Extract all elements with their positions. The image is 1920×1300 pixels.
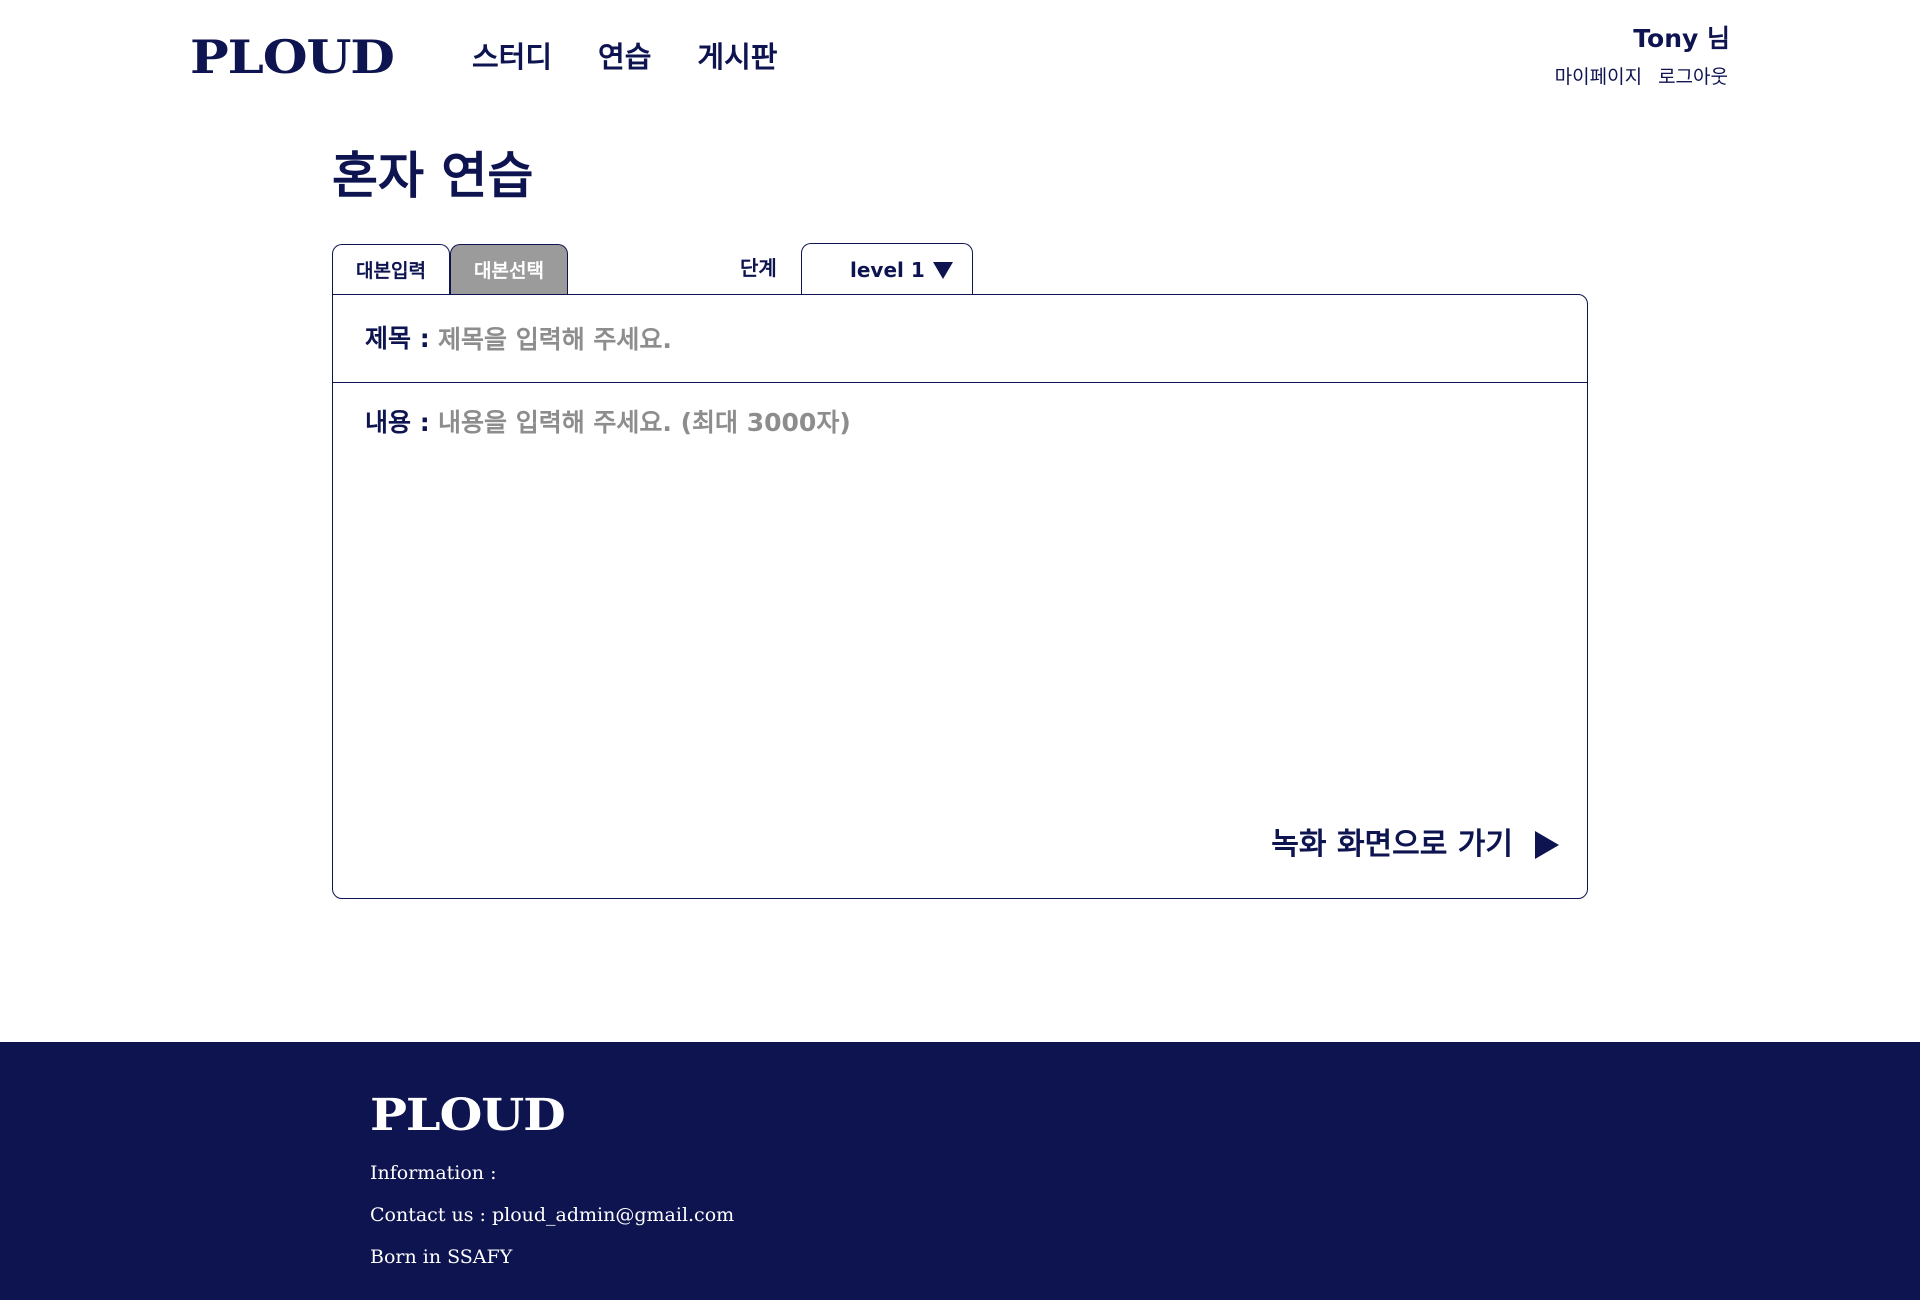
go-record-button[interactable]: 녹화 화면으로 가기 bbox=[1271, 827, 1559, 863]
user-links: 마이페이지 로그아웃 bbox=[1555, 66, 1728, 89]
footer: PLOUD Information : Contact us : ploud_a… bbox=[0, 1042, 1920, 1300]
page-title: 혼자 연습 bbox=[332, 147, 534, 205]
script-form: 제목 : 내용 : 녹화 화면으로 가기 bbox=[332, 294, 1588, 899]
title-input[interactable] bbox=[438, 319, 1538, 359]
content-label: 내용 : bbox=[365, 408, 430, 437]
level-label: 단계 bbox=[740, 256, 777, 280]
nav-item-study[interactable]: 스터디 bbox=[472, 40, 552, 75]
level-dropdown[interactable]: level 1 bbox=[801, 243, 973, 294]
nav-item-practice[interactable]: 연습 bbox=[598, 40, 651, 75]
tab-script-input[interactable]: 대본입력 bbox=[332, 244, 450, 294]
footer-information: Information : bbox=[370, 1162, 497, 1184]
page: PLOUD 스터디 연습 게시판 Tony 님 마이페이지 로그아웃 혼자 연습… bbox=[0, 0, 1920, 1300]
title-row: 제목 : bbox=[333, 295, 1587, 383]
play-icon bbox=[1535, 831, 1559, 859]
tab-script-select[interactable]: 대본선택 bbox=[450, 244, 568, 294]
mypage-link[interactable]: 마이페이지 bbox=[1555, 66, 1642, 89]
level-value: level 1 bbox=[850, 258, 925, 282]
user-name: Tony 님 bbox=[1633, 24, 1730, 53]
main-nav: 스터디 연습 게시판 bbox=[472, 40, 777, 75]
title-label: 제목 : bbox=[365, 324, 430, 353]
footer-logo: PLOUD bbox=[370, 1090, 566, 1141]
footer-contact: Contact us : ploud_admin@gmail.com bbox=[370, 1204, 735, 1226]
logout-link[interactable]: 로그아웃 bbox=[1658, 66, 1728, 89]
footer-born: Born in SSAFY bbox=[370, 1246, 513, 1268]
go-record-label: 녹화 화면으로 가기 bbox=[1271, 827, 1513, 862]
content-textarea[interactable] bbox=[438, 403, 1558, 783]
logo[interactable]: PLOUD bbox=[190, 34, 395, 80]
nav-item-board[interactable]: 게시판 bbox=[697, 40, 777, 75]
triangle-down-icon bbox=[933, 262, 953, 279]
